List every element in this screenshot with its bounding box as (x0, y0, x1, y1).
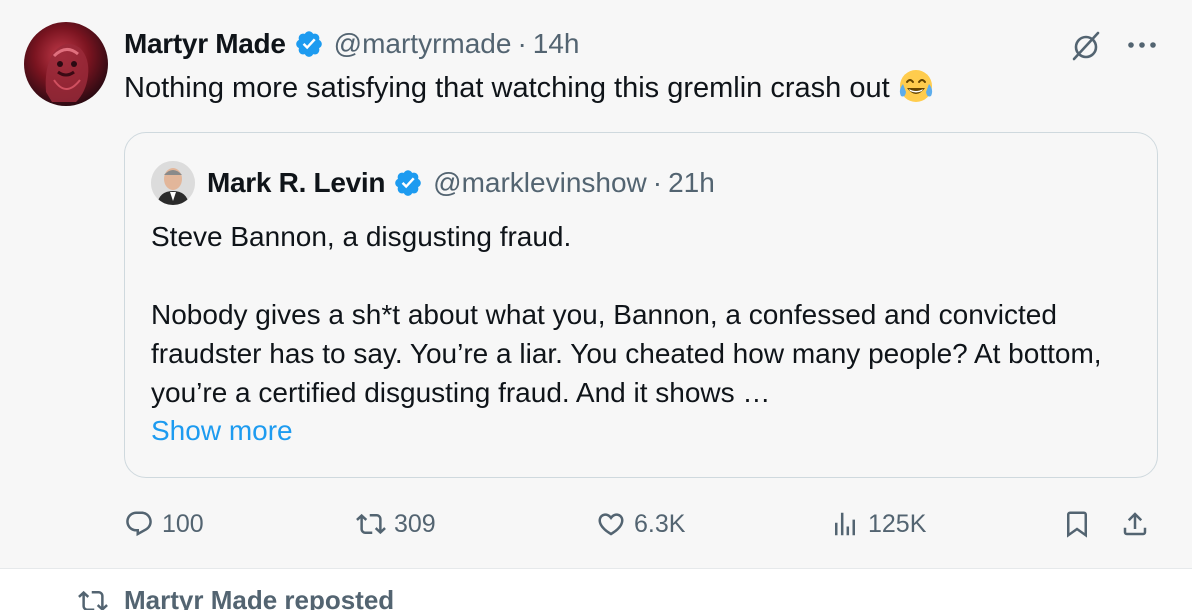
quoted-tweet-timestamp[interactable]: 21h (668, 167, 715, 199)
verified-badge-icon (294, 29, 324, 59)
reply-button[interactable]: 100 (124, 502, 204, 546)
next-timeline-item[interactable]: Martyr Made reposted (0, 569, 1192, 610)
tweet-card[interactable]: Martyr Made @martyrmade · 14h Nothing mo… (0, 0, 1192, 568)
author-handle[interactable]: @martyrmade (334, 28, 512, 60)
bookmark-button[interactable] (1062, 502, 1092, 546)
header-separator: · (517, 28, 527, 59)
repost-icon (356, 513, 386, 535)
views-chart-icon (835, 512, 855, 536)
like-button[interactable]: 6.3K (596, 502, 685, 546)
repost-context: Martyr Made reposted (76, 585, 394, 610)
share-icon (1123, 512, 1147, 536)
author-name[interactable]: Martyr Made (124, 28, 286, 60)
repost-button[interactable]: 309 (356, 502, 436, 546)
bookmark-icon (1067, 511, 1087, 538)
quoted-tweet[interactable]: Mark R. Levin @marklevinshow · 21h Steve… (124, 132, 1158, 478)
tweet-text-body: Nothing more satisfying that watching th… (124, 72, 890, 104)
more-options-icon[interactable] (1126, 38, 1158, 52)
reply-icon (126, 511, 152, 537)
views-button[interactable]: 125K (830, 502, 926, 546)
repost-icon (78, 590, 108, 610)
tweet-timestamp[interactable]: 14h (533, 28, 580, 60)
quoted-author-name[interactable]: Mark R. Levin (207, 167, 385, 199)
quoted-tweet-header: Mark R. Levin @marklevinshow · 21h (207, 163, 715, 203)
quoted-tweet-text: Steve Bannon, a disgusting fraud. Nobody… (151, 221, 1102, 408)
like-count: 6.3K (634, 509, 686, 538)
show-more-link[interactable]: Show more (151, 415, 293, 447)
share-button[interactable] (1120, 502, 1150, 546)
views-count: 125K (868, 509, 927, 538)
repost-context-label[interactable]: Martyr Made reposted (124, 585, 394, 610)
tweet-header: Martyr Made @martyrmade · 14h (124, 26, 579, 62)
tweet-text: Nothing more satisfying that watching th… (124, 68, 934, 107)
grok-icon[interactable] (1068, 28, 1104, 64)
verified-badge-icon (393, 168, 423, 198)
heart-icon (598, 513, 624, 536)
face-with-tears-of-joy-icon (898, 68, 934, 104)
quoted-author-avatar[interactable] (151, 161, 195, 205)
tweet-actions-bar: 100 309 6.3K 125K (124, 502, 1164, 546)
author-avatar[interactable] (24, 22, 108, 106)
quoted-header-separator: · (652, 167, 663, 198)
reply-count: 100 (162, 509, 204, 538)
quoted-author-handle[interactable]: @marklevinshow (433, 167, 647, 199)
repost-count: 309 (394, 509, 436, 538)
